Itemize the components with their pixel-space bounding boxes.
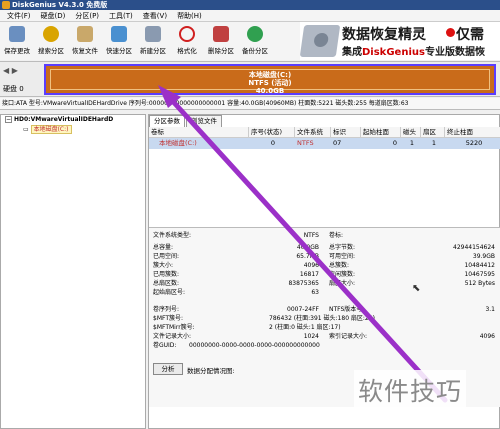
- format-icon: [179, 26, 195, 42]
- partition-size: 40.0GB: [255, 87, 285, 95]
- quick-partition-icon: [111, 26, 127, 42]
- tab-browse-files[interactable]: 浏览文件: [186, 115, 222, 127]
- window-title: DiskGenius V4.3.0 免费版: [12, 1, 108, 9]
- tree-partition-node[interactable]: ▭ 本地磁盘(C:): [1, 125, 145, 135]
- disk-tree: − HD0:VMwareVirtualIDEHardD ▭ 本地磁盘(C:): [0, 114, 146, 429]
- menu-file[interactable]: 文件(F): [2, 11, 36, 21]
- banner-title: 数据恢复精灵: [342, 27, 426, 43]
- tab-partition-params[interactable]: 分区参数: [149, 115, 185, 127]
- banner-subtitle: 集成DiskGenius专业版数据恢: [342, 47, 485, 58]
- delete-partition-button[interactable]: 删除分区: [204, 22, 238, 60]
- menu-disk[interactable]: 硬盘(D): [36, 11, 71, 21]
- quick-partition-button[interactable]: 快速分区: [102, 22, 136, 60]
- menu-bar: 文件(F) 硬盘(D) 分区(P) 工具(T) 查看(V) 帮助(H): [0, 10, 500, 22]
- partition-name: 本地磁盘(C:): [248, 71, 292, 79]
- analyze-button[interactable]: 分析: [153, 363, 183, 375]
- format-button[interactable]: 格式化: [170, 22, 204, 60]
- menu-help[interactable]: 帮助(H): [172, 11, 207, 21]
- title-bar: DiskGenius V4.3.0 免费版: [0, 0, 500, 10]
- drive-icon: ▭: [23, 126, 29, 133]
- backup-partition-button[interactable]: 备份分区: [238, 22, 272, 60]
- menu-tools[interactable]: 工具(T): [104, 11, 138, 21]
- partition-fs: NTFS (活动): [248, 79, 292, 87]
- recover-file-icon: [77, 26, 93, 42]
- allocation-map-label: 数据分配情况图:: [187, 367, 235, 375]
- tab-bar: 分区参数 浏览文件: [149, 115, 223, 127]
- new-partition-icon: [145, 26, 161, 42]
- ad-banner[interactable]: 数据恢复精灵 集成DiskGenius专业版数据恢 仅需: [300, 22, 500, 60]
- menu-partition[interactable]: 分区(P): [70, 11, 104, 21]
- menu-view[interactable]: 查看(V): [138, 11, 172, 21]
- banner-ad-text: 仅需: [456, 27, 484, 43]
- toolbar: 保存更改 搜索分区 恢复文件 快速分区 新建分区 格式化 删除分区 备份分区: [0, 22, 300, 60]
- disk-info-bar: 接口:ATA 型号:VMwareVirtualIDEHardDrive 序列号:…: [0, 98, 500, 110]
- save-button[interactable]: 保存更改: [0, 22, 34, 60]
- table-row[interactable]: 本地磁盘(C:) 0 NTFS 07 0 1 1 5220: [149, 138, 500, 149]
- watermark: 软件技巧: [354, 370, 467, 410]
- search-partition-icon: [43, 26, 59, 42]
- delete-partition-icon: [213, 26, 229, 42]
- tree-disk-node[interactable]: − HD0:VMwareVirtualIDEHardD: [1, 115, 145, 125]
- table-header: 卷标 序号(状态) 文件系统 标识 起始柱面 磁头 扇区 终止柱面: [149, 127, 500, 138]
- disk-map: ◀ ▶ 硬盘 0 本地磁盘(C:) NTFS (活动) 40.0GB: [0, 61, 500, 97]
- search-partition-button[interactable]: 搜索分区: [34, 22, 68, 60]
- new-partition-button[interactable]: 新建分区: [136, 22, 170, 60]
- partition-bar[interactable]: 本地磁盘(C:) NTFS (活动) 40.0GB: [44, 64, 496, 95]
- partition-table: 卷标 序号(状态) 文件系统 标识 起始柱面 磁头 扇区 终止柱面 本地磁盘(C…: [149, 127, 500, 149]
- backup-partition-icon: [247, 26, 263, 42]
- disk-label: 硬盘 0: [3, 85, 24, 93]
- hard-drive-icon: [300, 25, 341, 57]
- nav-arrows[interactable]: ◀ ▶: [3, 66, 18, 75]
- mouse-cursor-icon: ⬉: [412, 283, 421, 294]
- save-icon: [9, 26, 25, 42]
- recover-file-button[interactable]: 恢复文件: [68, 22, 102, 60]
- expand-icon[interactable]: −: [5, 116, 12, 123]
- app-icon: [2, 1, 10, 9]
- red-dot-icon: [446, 28, 455, 37]
